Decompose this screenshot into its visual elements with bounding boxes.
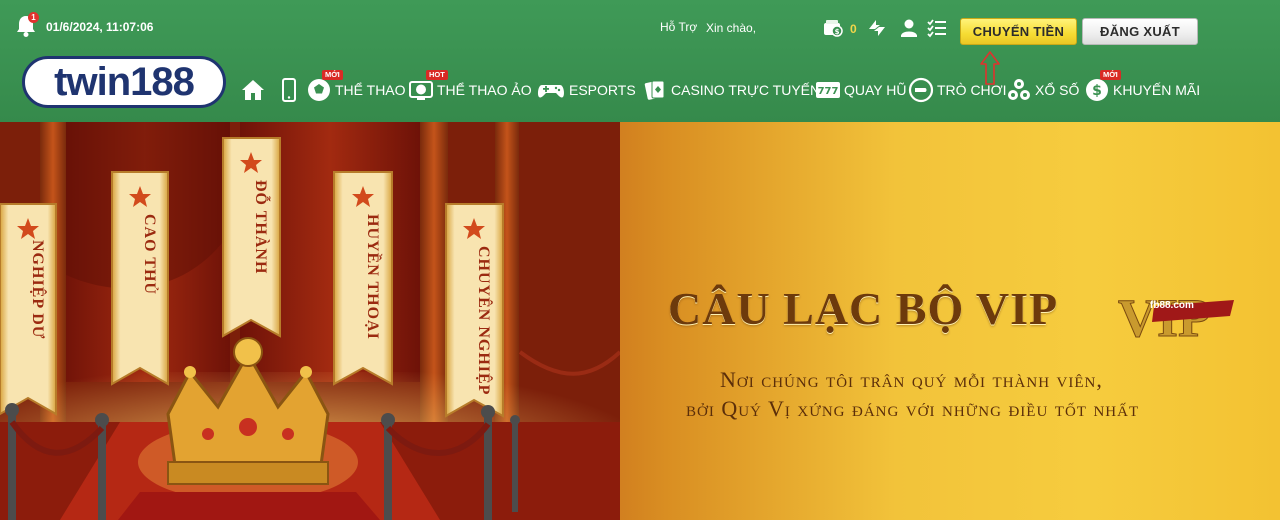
support-link[interactable]: Hỗ Trợ — [660, 20, 697, 34]
gamepad-icon — [538, 85, 564, 98]
banner-subline-1: Nơi chúng tôi trân quý mỗi thành viên, — [720, 367, 1103, 392]
user-icon[interactable] — [898, 16, 920, 40]
svg-text:$: $ — [1092, 83, 1102, 99]
bell-icon[interactable]: 1 — [15, 12, 39, 38]
ribbon-label: HUYỀN THOẠI — [364, 214, 381, 340]
ribbon-label: NGHIỆP DƯ — [29, 240, 46, 340]
tag-badge: HOT — [426, 70, 448, 80]
vip-club-banner[interactable]: NGHIỆP DƯ CAO THỦ ĐỖ THÀNH HUYỀN THOẠI C… — [0, 122, 1280, 520]
nav-lottery[interactable]: XỔ SỐ — [1006, 74, 1079, 106]
ribbon-label: ĐỖ THÀNH — [252, 180, 269, 275]
mobile-icon — [282, 78, 296, 102]
nav-casino[interactable]: CASINO TRỰC TUYẾN — [642, 74, 820, 106]
notification-badge: 1 — [28, 12, 39, 23]
tag-badge: MỚI — [1100, 70, 1121, 80]
svg-text:777: 777 — [818, 86, 839, 97]
dollar-coin-icon: $ — [1086, 79, 1108, 101]
ribbon-label: CAO THỦ — [141, 214, 158, 295]
virtual-sports-icon — [409, 81, 433, 100]
banner-subline-2: bởi Quý Vị xứng đáng với những điều tốt … — [686, 396, 1140, 421]
soccer-ball-icon — [308, 79, 330, 101]
nav-virtual-sports[interactable]: HOT THỂ THAO ẢO — [408, 70, 532, 106]
home-icon — [242, 80, 264, 100]
vip-stage-illustration — [0, 122, 620, 520]
nav-slots[interactable]: 777 QUAY HŨ — [815, 74, 907, 106]
nav-label: CASINO TRỰC TUYẾN — [671, 82, 821, 98]
banner-headline: CÂU LẠC BỘ VIP — [668, 283, 1059, 334]
nav-label: KHUYẾN MÃI — [1113, 82, 1201, 98]
swap-icon[interactable] — [866, 16, 888, 40]
nav-mobile[interactable] — [276, 74, 302, 106]
wallet-icon[interactable]: $ — [822, 16, 844, 40]
greeting: Xin chào, — [706, 21, 757, 35]
nav-label: TRÒ CHƠI — [937, 82, 1007, 98]
datetime: 01/6/2024, 11:07:06 — [46, 20, 154, 34]
nav-label: QUAY HŨ — [844, 82, 907, 98]
logo-text: twin188 — [54, 60, 195, 104]
balance-amount: 0 — [850, 22, 857, 36]
nav-esports[interactable]: ESPORTS — [536, 74, 636, 106]
brand-logo[interactable]: twin188 — [22, 56, 226, 108]
vip-emblem: VIP — [1118, 288, 1234, 346]
nav-games[interactable]: TRÒ CHƠI — [908, 74, 1007, 106]
cards-icon — [644, 80, 665, 100]
nav-label: THỂ THAO — [335, 82, 406, 98]
top-header: 1 01/6/2024, 11:07:06 Hỗ Trợ Xin chào, $… — [0, 0, 1280, 122]
nav-home[interactable] — [240, 74, 266, 106]
nav-sports[interactable]: MỚI THỂ THAO — [306, 70, 406, 106]
nav-label: ESPORTS — [569, 82, 636, 98]
slot-777-icon: 777 — [816, 82, 840, 98]
transfer-button[interactable]: CHUYỂN TIỀN — [960, 18, 1077, 45]
nav-label: XỔ SỐ — [1035, 82, 1080, 98]
list-icon[interactable] — [926, 16, 948, 40]
logout-button[interactable]: ĐĂNG XUẤT — [1082, 18, 1198, 45]
game-icon — [908, 77, 934, 103]
nav-label: THỂ THAO ẢO — [437, 82, 532, 98]
lottery-balls-icon — [1008, 79, 1030, 100]
nav-promotions[interactable]: $ MỚI KHUYẾN MÃI — [1084, 70, 1201, 106]
vip-badge-text: fb88.com — [1150, 300, 1194, 311]
ribbon-label: CHUYÊN NGHIỆP — [475, 246, 492, 396]
svg-text:$: $ — [835, 28, 840, 36]
tag-badge: MỚI — [322, 70, 343, 80]
